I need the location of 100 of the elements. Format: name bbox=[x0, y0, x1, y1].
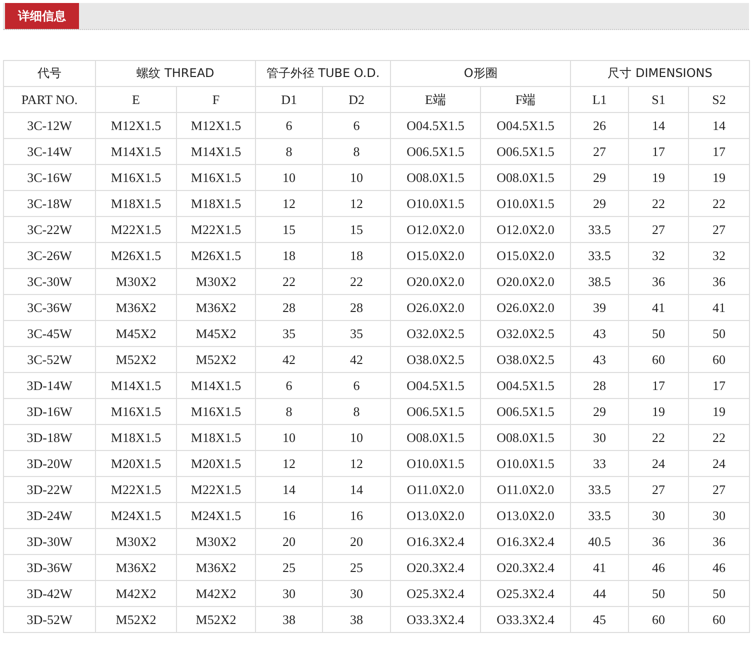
table-cell: O11.0X2.0 bbox=[480, 476, 571, 502]
table-cell: 41 bbox=[570, 554, 629, 580]
table-cell: 3C-45W bbox=[4, 320, 96, 346]
table-cell: O38.0X2.5 bbox=[390, 346, 481, 372]
table-cell: 19 bbox=[628, 164, 689, 190]
table-cell: M26X1.5 bbox=[176, 242, 256, 268]
table-cell: 25 bbox=[256, 554, 323, 580]
table-cell: O26.0X2.0 bbox=[480, 294, 571, 320]
table-cell: 60 bbox=[628, 346, 689, 372]
table-cell: 12 bbox=[256, 450, 323, 476]
table-cell: 3C-36W bbox=[4, 294, 96, 320]
table-cell: 50 bbox=[688, 320, 750, 346]
table-cell: 6 bbox=[256, 372, 323, 398]
table-cell: M52X2 bbox=[176, 346, 256, 372]
table-cell: 17 bbox=[628, 372, 689, 398]
table-cell: O32.0X2.5 bbox=[480, 320, 571, 346]
header-cell: F bbox=[176, 86, 256, 112]
table-cell: M22X1.5 bbox=[176, 216, 256, 242]
table-cell: M36X2 bbox=[96, 554, 176, 580]
table-cell: 32 bbox=[628, 242, 689, 268]
table-cell: M16X1.5 bbox=[176, 164, 256, 190]
table-cell: M45X2 bbox=[176, 320, 256, 346]
table-cell: 33.5 bbox=[570, 476, 629, 502]
header-cell: D2 bbox=[322, 86, 391, 112]
table-cell: M18X1.5 bbox=[96, 424, 176, 450]
table-cell: 28 bbox=[256, 294, 323, 320]
table-cell: M14X1.5 bbox=[176, 138, 256, 164]
tab[interactable]: 详细信息 bbox=[5, 3, 79, 29]
table-cell: 41 bbox=[628, 294, 689, 320]
table-cell: 3D-20W bbox=[4, 450, 96, 476]
table-cell: 18 bbox=[256, 242, 323, 268]
table-cell: 3C-52W bbox=[4, 346, 96, 372]
table-cell: 27 bbox=[570, 138, 629, 164]
table-cell: 8 bbox=[256, 398, 323, 424]
table-cell: M22X1.5 bbox=[176, 476, 256, 502]
table-cell: 14 bbox=[628, 112, 689, 138]
table-cell: 22 bbox=[688, 190, 750, 216]
table-cell: 22 bbox=[628, 424, 689, 450]
table-cell: 30 bbox=[628, 502, 689, 528]
header-cell: 螺纹 THREAD bbox=[96, 60, 256, 86]
table-cell: 32 bbox=[688, 242, 750, 268]
table-cell: O15.0X2.0 bbox=[390, 242, 481, 268]
table-cell: 6 bbox=[322, 372, 391, 398]
table-cell: 60 bbox=[688, 606, 750, 632]
header-cell: S1 bbox=[628, 86, 689, 112]
table-cell: 30 bbox=[256, 580, 323, 606]
table-cell: 22 bbox=[628, 190, 689, 216]
table-cell: O11.0X2.0 bbox=[390, 476, 481, 502]
table-cell: O20.0X2.0 bbox=[480, 268, 571, 294]
table-cell: 10 bbox=[322, 424, 391, 450]
table-cell: O10.0X1.5 bbox=[480, 450, 571, 476]
table-cell: 60 bbox=[628, 606, 689, 632]
table-cell: O33.3X2.4 bbox=[390, 606, 481, 632]
table-cell: M14X1.5 bbox=[176, 372, 256, 398]
table-cell: 26 bbox=[570, 112, 629, 138]
table-cell: 3C-30W bbox=[4, 268, 96, 294]
table-cell: 30 bbox=[688, 502, 750, 528]
table-cell: M30X2 bbox=[176, 528, 256, 554]
header-cell: O形圈 bbox=[390, 60, 571, 86]
table-cell: 28 bbox=[570, 372, 629, 398]
table-cell: 27 bbox=[688, 476, 750, 502]
table-cell: 50 bbox=[628, 320, 689, 346]
table-cell: O08.0X1.5 bbox=[480, 424, 571, 450]
table-cell: M12X1.5 bbox=[176, 112, 256, 138]
table-cell: 24 bbox=[628, 450, 689, 476]
table-cell: 3C-16W bbox=[4, 164, 96, 190]
table-cell: 12 bbox=[322, 190, 391, 216]
table-cell: O06.5X1.5 bbox=[480, 398, 571, 424]
table-cell: O08.0X1.5 bbox=[480, 164, 571, 190]
table-cell: O33.3X2.4 bbox=[480, 606, 571, 632]
table-cell: 14 bbox=[256, 476, 323, 502]
table-cell: 3C-18W bbox=[4, 190, 96, 216]
table-cell: O32.0X2.5 bbox=[390, 320, 481, 346]
table-cell: 8 bbox=[322, 398, 391, 424]
table-cell: 30 bbox=[322, 580, 391, 606]
table-cell: O10.0X1.5 bbox=[390, 190, 481, 216]
table-cell: 19 bbox=[688, 164, 750, 190]
header-cell: 尺寸 DIMENSIONS bbox=[570, 60, 750, 86]
table-cell: 30 bbox=[570, 424, 629, 450]
table-cell: 33.5 bbox=[570, 242, 629, 268]
table-cell: 38 bbox=[256, 606, 323, 632]
table-cell: 3D-42W bbox=[4, 580, 96, 606]
table-cell: O06.5X1.5 bbox=[390, 398, 481, 424]
table-cell: M20X1.5 bbox=[96, 450, 176, 476]
table-cell: 3D-22W bbox=[4, 476, 96, 502]
table-cell: O04.5X1.5 bbox=[390, 112, 481, 138]
table-cell: 29 bbox=[570, 398, 629, 424]
table-cell: M36X2 bbox=[176, 294, 256, 320]
table-cell: O38.0X2.5 bbox=[480, 346, 571, 372]
table-cell: O10.0X1.5 bbox=[480, 190, 571, 216]
table-cell: 3C-22W bbox=[4, 216, 96, 242]
table-cell: 17 bbox=[688, 372, 750, 398]
table-cell: O20.3X2.4 bbox=[390, 554, 481, 580]
table-cell: 46 bbox=[688, 554, 750, 580]
table-cell: M30X2 bbox=[176, 268, 256, 294]
table-cell: 10 bbox=[322, 164, 391, 190]
header-cell: F端 bbox=[480, 86, 571, 112]
table-cell: 45 bbox=[570, 606, 629, 632]
table-cell: O13.0X2.0 bbox=[390, 502, 481, 528]
table-cell: M42X2 bbox=[176, 580, 256, 606]
